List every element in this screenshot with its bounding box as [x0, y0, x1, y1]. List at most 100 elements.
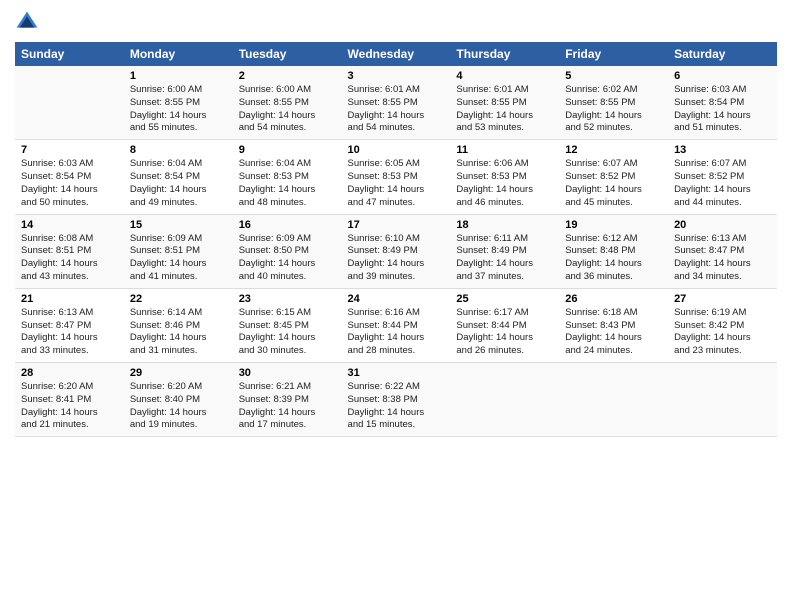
header-row: SundayMondayTuesdayWednesdayThursdayFrid… [15, 42, 777, 66]
day-number: 13 [674, 144, 771, 156]
calendar-cell: 11 Sunrise: 6:06 AM Sunset: 8:53 PM Dayli… [450, 140, 559, 214]
day-info: Sunrise: 6:20 AM Sunset: 8:41 PM Dayligh… [21, 381, 118, 432]
day-number: 11 [456, 144, 553, 156]
day-number: 3 [348, 70, 445, 82]
day-info: Sunrise: 6:16 AM Sunset: 8:44 PM Dayligh… [348, 307, 445, 358]
week-row: 7 Sunrise: 6:03 AM Sunset: 8:54 PM Daylig… [15, 140, 777, 214]
day-number: 20 [674, 219, 771, 231]
calendar-cell: 20 Sunrise: 6:13 AM Sunset: 8:47 PM Dayli… [668, 214, 777, 288]
calendar-cell: 25Sunrise: 6:17 AM Sunset: 8:44 PM Dayli… [450, 288, 559, 362]
day-info: Sunrise: 6:10 AM Sunset: 8:49 PM Dayligh… [348, 233, 445, 284]
day-number: 23 [239, 293, 336, 305]
calendar-cell: 17 Sunrise: 6:10 AM Sunset: 8:49 PM Dayli… [342, 214, 451, 288]
week-row: 1 Sunrise: 6:00 AM Sunset: 8:55 PM Daylig… [15, 66, 777, 140]
day-info: Sunrise: 6:07 AM Sunset: 8:52 PM Dayligh… [565, 158, 662, 209]
calendar-cell: 28 Sunrise: 6:20 AM Sunset: 8:41 PM Dayli… [15, 363, 124, 437]
logo [15, 10, 43, 34]
logo-icon [15, 10, 39, 34]
day-info: Sunrise: 6:05 AM Sunset: 8:53 PM Dayligh… [348, 158, 445, 209]
calendar-cell: 30Sunrise: 6:21 AM Sunset: 8:39 PM Dayli… [233, 363, 342, 437]
day-number: 22 [130, 293, 227, 305]
day-number: 12 [565, 144, 662, 156]
day-info: Sunrise: 6:07 AM Sunset: 8:52 PM Dayligh… [674, 158, 771, 209]
calendar-cell: 26Sunrise: 6:18 AM Sunset: 8:43 PM Dayli… [559, 288, 668, 362]
day-info: Sunrise: 6:13 AM Sunset: 8:47 PM Dayligh… [674, 233, 771, 284]
day-info: Sunrise: 6:20 AM Sunset: 8:40 PM Dayligh… [130, 381, 227, 432]
calendar-cell: 19 Sunrise: 6:12 AM Sunset: 8:48 PM Dayli… [559, 214, 668, 288]
day-info: Sunrise: 6:00 AM Sunset: 8:55 PM Dayligh… [239, 84, 336, 135]
col-monday: Monday [124, 42, 233, 66]
calendar-cell: 3 Sunrise: 6:01 AM Sunset: 8:55 PM Daylig… [342, 66, 451, 140]
col-saturday: Saturday [668, 42, 777, 66]
calendar-cell: 15Sunrise: 6:09 AM Sunset: 8:51 PM Dayli… [124, 214, 233, 288]
day-info: Sunrise: 6:14 AM Sunset: 8:46 PM Dayligh… [130, 307, 227, 358]
calendar-cell: 13 Sunrise: 6:07 AM Sunset: 8:52 PM Dayli… [668, 140, 777, 214]
day-info: Sunrise: 6:02 AM Sunset: 8:55 PM Dayligh… [565, 84, 662, 135]
day-info: Sunrise: 6:01 AM Sunset: 8:55 PM Dayligh… [348, 84, 445, 135]
day-info: Sunrise: 6:06 AM Sunset: 8:53 PM Dayligh… [456, 158, 553, 209]
calendar-cell: 29 Sunrise: 6:20 AM Sunset: 8:40 PM Dayli… [124, 363, 233, 437]
calendar-cell: 27Sunrise: 6:19 AM Sunset: 8:42 PM Dayli… [668, 288, 777, 362]
day-info: Sunrise: 6:12 AM Sunset: 8:48 PM Dayligh… [565, 233, 662, 284]
calendar-cell: 18Sunrise: 6:11 AM Sunset: 8:49 PM Dayli… [450, 214, 559, 288]
day-number: 27 [674, 293, 771, 305]
day-number: 10 [348, 144, 445, 156]
day-number: 4 [456, 70, 553, 82]
calendar-cell: 1 Sunrise: 6:00 AM Sunset: 8:55 PM Daylig… [124, 66, 233, 140]
day-number: 6 [674, 70, 771, 82]
week-row: 14 Sunrise: 6:08 AM Sunset: 8:51 PM Dayli… [15, 214, 777, 288]
calendar-cell: 31Sunrise: 6:22 AM Sunset: 8:38 PM Dayli… [342, 363, 451, 437]
day-info: Sunrise: 6:09 AM Sunset: 8:50 PM Dayligh… [239, 233, 336, 284]
calendar-cell: 8 Sunrise: 6:04 AM Sunset: 8:54 PM Daylig… [124, 140, 233, 214]
day-info: Sunrise: 6:04 AM Sunset: 8:54 PM Dayligh… [130, 158, 227, 209]
week-row: 21Sunrise: 6:13 AM Sunset: 8:47 PM Dayli… [15, 288, 777, 362]
week-row: 28 Sunrise: 6:20 AM Sunset: 8:41 PM Dayli… [15, 363, 777, 437]
col-thursday: Thursday [450, 42, 559, 66]
day-info: Sunrise: 6:04 AM Sunset: 8:53 PM Dayligh… [239, 158, 336, 209]
day-number: 16 [239, 219, 336, 231]
day-number: 24 [348, 293, 445, 305]
day-info: Sunrise: 6:15 AM Sunset: 8:45 PM Dayligh… [239, 307, 336, 358]
day-number: 17 [348, 219, 445, 231]
day-info: Sunrise: 6:08 AM Sunset: 8:51 PM Dayligh… [21, 233, 118, 284]
calendar-cell: 14 Sunrise: 6:08 AM Sunset: 8:51 PM Dayli… [15, 214, 124, 288]
day-number: 5 [565, 70, 662, 82]
day-number: 7 [21, 144, 118, 156]
col-tuesday: Tuesday [233, 42, 342, 66]
day-info: Sunrise: 6:18 AM Sunset: 8:43 PM Dayligh… [565, 307, 662, 358]
calendar-cell: 9Sunrise: 6:04 AM Sunset: 8:53 PM Daylig… [233, 140, 342, 214]
calendar-cell: 2 Sunrise: 6:00 AM Sunset: 8:55 PM Daylig… [233, 66, 342, 140]
calendar-cell: 6 Sunrise: 6:03 AM Sunset: 8:54 PM Daylig… [668, 66, 777, 140]
calendar-cell: 7 Sunrise: 6:03 AM Sunset: 8:54 PM Daylig… [15, 140, 124, 214]
calendar-cell: 12 Sunrise: 6:07 AM Sunset: 8:52 PM Dayli… [559, 140, 668, 214]
day-number: 31 [348, 367, 445, 379]
day-info: Sunrise: 6:09 AM Sunset: 8:51 PM Dayligh… [130, 233, 227, 284]
calendar-cell: 24 Sunrise: 6:16 AM Sunset: 8:44 PM Dayli… [342, 288, 451, 362]
day-number: 25 [456, 293, 553, 305]
day-number: 21 [21, 293, 118, 305]
header [15, 10, 777, 34]
day-number: 18 [456, 219, 553, 231]
day-number: 29 [130, 367, 227, 379]
day-info: Sunrise: 6:03 AM Sunset: 8:54 PM Dayligh… [674, 84, 771, 135]
calendar-cell: 22 Sunrise: 6:14 AM Sunset: 8:46 PM Dayli… [124, 288, 233, 362]
day-number: 8 [130, 144, 227, 156]
day-number: 2 [239, 70, 336, 82]
calendar-cell [450, 363, 559, 437]
day-number: 28 [21, 367, 118, 379]
calendar-cell: 10 Sunrise: 6:05 AM Sunset: 8:53 PM Dayli… [342, 140, 451, 214]
col-wednesday: Wednesday [342, 42, 451, 66]
day-number: 30 [239, 367, 336, 379]
day-number: 19 [565, 219, 662, 231]
col-friday: Friday [559, 42, 668, 66]
day-number: 1 [130, 70, 227, 82]
col-sunday: Sunday [15, 42, 124, 66]
calendar-cell: 21Sunrise: 6:13 AM Sunset: 8:47 PM Dayli… [15, 288, 124, 362]
day-info: Sunrise: 6:00 AM Sunset: 8:55 PM Dayligh… [130, 84, 227, 135]
day-info: Sunrise: 6:01 AM Sunset: 8:55 PM Dayligh… [456, 84, 553, 135]
calendar-cell: 16 Sunrise: 6:09 AM Sunset: 8:50 PM Dayli… [233, 214, 342, 288]
day-info: Sunrise: 6:03 AM Sunset: 8:54 PM Dayligh… [21, 158, 118, 209]
day-number: 14 [21, 219, 118, 231]
calendar-cell: 4 Sunrise: 6:01 AM Sunset: 8:55 PM Daylig… [450, 66, 559, 140]
calendar-cell [559, 363, 668, 437]
